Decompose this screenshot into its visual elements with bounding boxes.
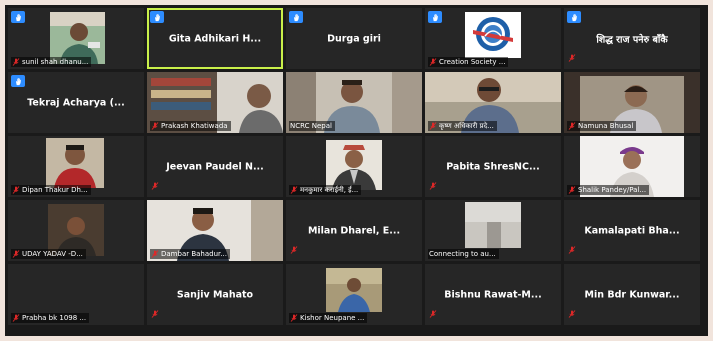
participant-name-label: Prabha bk 1098 ... bbox=[11, 313, 90, 323]
raised-hand-icon bbox=[150, 11, 164, 23]
participant-name-label: UDAY YADAV -D... bbox=[11, 249, 86, 259]
participant-name: Sanjiv Mahato bbox=[176, 289, 254, 300]
participant-name-label: मनकुमार कराईनी, ई... bbox=[289, 185, 362, 195]
participant-tile[interactable]: Jeevan Paudel N... bbox=[147, 136, 283, 197]
participant-name: Prabha bk 1098 ... bbox=[22, 314, 87, 322]
muted-mic-icon bbox=[12, 58, 20, 66]
participant-tile[interactable]: Kishor Neupane ... bbox=[286, 264, 422, 325]
participant-tile[interactable]: Milan Dharel, E... bbox=[286, 200, 422, 261]
participant-name: Durga giri bbox=[327, 33, 381, 44]
participant-name: NCRC Nepal bbox=[290, 122, 332, 130]
participant-name-label: कृष्ण अधिकारी प्रदे... bbox=[428, 121, 497, 131]
participant-name: Jeevan Paudel N... bbox=[166, 161, 264, 172]
raised-hand-icon bbox=[428, 11, 442, 23]
participant-name: Dipan Thakur Dh... bbox=[22, 186, 88, 194]
participant-tile[interactable]: शिद्ध राज पनेरु बाँकै bbox=[564, 8, 700, 69]
muted-mic-icon bbox=[290, 246, 298, 254]
participant-name-label: NCRC Nepal bbox=[289, 121, 335, 131]
participant-tile[interactable]: Pabita ShresNC... bbox=[425, 136, 561, 197]
muted-mic-icon bbox=[429, 58, 437, 66]
participant-tile[interactable]: Sanjiv Mahato bbox=[147, 264, 283, 325]
muted-mic-icon bbox=[568, 186, 576, 194]
muted-mic-icon bbox=[290, 186, 298, 194]
participant-name: शिद्ध राज पनेरु बाँकै bbox=[596, 34, 668, 45]
participant-name: Gita Adhikari H... bbox=[168, 33, 262, 44]
participant-name-label: Dambar Bahadur... bbox=[150, 249, 230, 259]
participant-tile-active-speaker[interactable]: Gita Adhikari H... bbox=[147, 8, 283, 69]
participant-name: मनकुमार कराईनी, ई... bbox=[300, 186, 359, 194]
participant-tile[interactable]: UDAY YADAV -D... bbox=[8, 200, 144, 261]
participant-tile[interactable]: Dipan Thakur Dh... bbox=[8, 136, 144, 197]
participant-name: Kishor Neupane ... bbox=[300, 314, 365, 322]
participant-tile[interactable]: Connecting to au... bbox=[425, 200, 561, 261]
participant-tile[interactable]: मनकुमार कराईनी, ई... bbox=[286, 136, 422, 197]
participant-name-label: Namuna Bhusal bbox=[567, 121, 637, 131]
participant-name: Bishnu Rawat-M... bbox=[444, 289, 542, 300]
participant-video bbox=[326, 268, 382, 312]
raised-hand-icon bbox=[11, 75, 25, 87]
participant-tile[interactable]: Shalik Pandey/Pal... bbox=[564, 136, 700, 197]
participant-name-label: Connecting to au... bbox=[428, 249, 499, 259]
organization-logo bbox=[465, 12, 521, 58]
connection-status: Connecting to au... bbox=[429, 250, 496, 258]
muted-mic-icon bbox=[12, 250, 20, 258]
participant-name: Shalik Pandey/Pal... bbox=[578, 186, 647, 194]
participant-tile[interactable]: Prabha bk 1098 ... bbox=[8, 264, 144, 325]
participant-tile[interactable]: NCRC Nepal bbox=[286, 72, 422, 133]
participant-tile[interactable]: कृष्ण अधिकारी प्रदे... bbox=[425, 72, 561, 133]
participant-tile[interactable]: Min Bdr Kunwar... bbox=[564, 264, 700, 325]
participant-name: Tekraj Acharya (... bbox=[27, 97, 125, 108]
participant-tile[interactable]: Dambar Bahadur... bbox=[147, 200, 283, 261]
participant-name: UDAY YADAV -D... bbox=[22, 250, 83, 258]
participant-name: Kamalapati Bha... bbox=[584, 225, 680, 236]
participant-video bbox=[465, 202, 521, 248]
gallery-view: sunil shah dhanu... Gita Adhikari H... D… bbox=[5, 5, 708, 336]
muted-mic-icon bbox=[151, 122, 159, 130]
muted-mic-icon bbox=[568, 122, 576, 130]
muted-mic-icon bbox=[429, 310, 437, 318]
raised-hand-icon bbox=[567, 11, 581, 23]
participant-video bbox=[46, 138, 104, 188]
participant-name: Prakash Khatiwada bbox=[161, 122, 228, 130]
participant-name: Dambar Bahadur... bbox=[161, 250, 227, 258]
participant-name-label: sunil shah dhanu... bbox=[11, 57, 92, 67]
raised-hand-icon bbox=[11, 11, 25, 23]
participant-tile[interactable]: Creation Society ... bbox=[425, 8, 561, 69]
participant-tile[interactable]: sunil shah dhanu... bbox=[8, 8, 144, 69]
participant-tile[interactable]: Durga giri bbox=[286, 8, 422, 69]
participant-name-label: Shalik Pandey/Pal... bbox=[567, 185, 650, 195]
muted-mic-icon bbox=[429, 182, 437, 190]
participant-tile[interactable]: Kamalapati Bha... bbox=[564, 200, 700, 261]
muted-mic-icon bbox=[151, 310, 159, 318]
participant-tile[interactable]: Prakash Khatiwada bbox=[147, 72, 283, 133]
participant-tile[interactable]: Namuna Bhusal bbox=[564, 72, 700, 133]
muted-mic-icon bbox=[568, 54, 576, 62]
participant-name-label: Creation Society ... bbox=[428, 57, 509, 67]
participant-name-label: Dipan Thakur Dh... bbox=[11, 185, 91, 195]
participant-name: कृष्ण अधिकारी प्रदे... bbox=[439, 122, 494, 130]
muted-mic-icon bbox=[151, 250, 159, 258]
muted-mic-icon bbox=[12, 314, 20, 322]
muted-mic-icon bbox=[568, 246, 576, 254]
participant-name: Namuna Bhusal bbox=[578, 122, 634, 130]
muted-mic-icon bbox=[568, 310, 576, 318]
participant-name: sunil shah dhanu... bbox=[22, 58, 89, 66]
muted-mic-icon bbox=[429, 122, 437, 130]
participant-name: Min Bdr Kunwar... bbox=[584, 289, 680, 300]
participant-name-label: Kishor Neupane ... bbox=[289, 313, 368, 323]
participant-name: Creation Society ... bbox=[439, 58, 506, 66]
participant-grid: sunil shah dhanu... Gita Adhikari H... D… bbox=[8, 8, 700, 325]
muted-mic-icon bbox=[290, 314, 298, 322]
participant-tile[interactable]: Bishnu Rawat-M... bbox=[425, 264, 561, 325]
muted-mic-icon bbox=[12, 186, 20, 194]
participant-video bbox=[326, 140, 382, 190]
participant-name: Milan Dharel, E... bbox=[307, 225, 401, 236]
participant-tile[interactable]: Tekraj Acharya (... bbox=[8, 72, 144, 133]
raised-hand-icon bbox=[289, 11, 303, 23]
participant-name: Pabita ShresNC... bbox=[446, 161, 540, 172]
muted-mic-icon bbox=[151, 182, 159, 190]
participant-name-label: Prakash Khatiwada bbox=[150, 121, 231, 131]
